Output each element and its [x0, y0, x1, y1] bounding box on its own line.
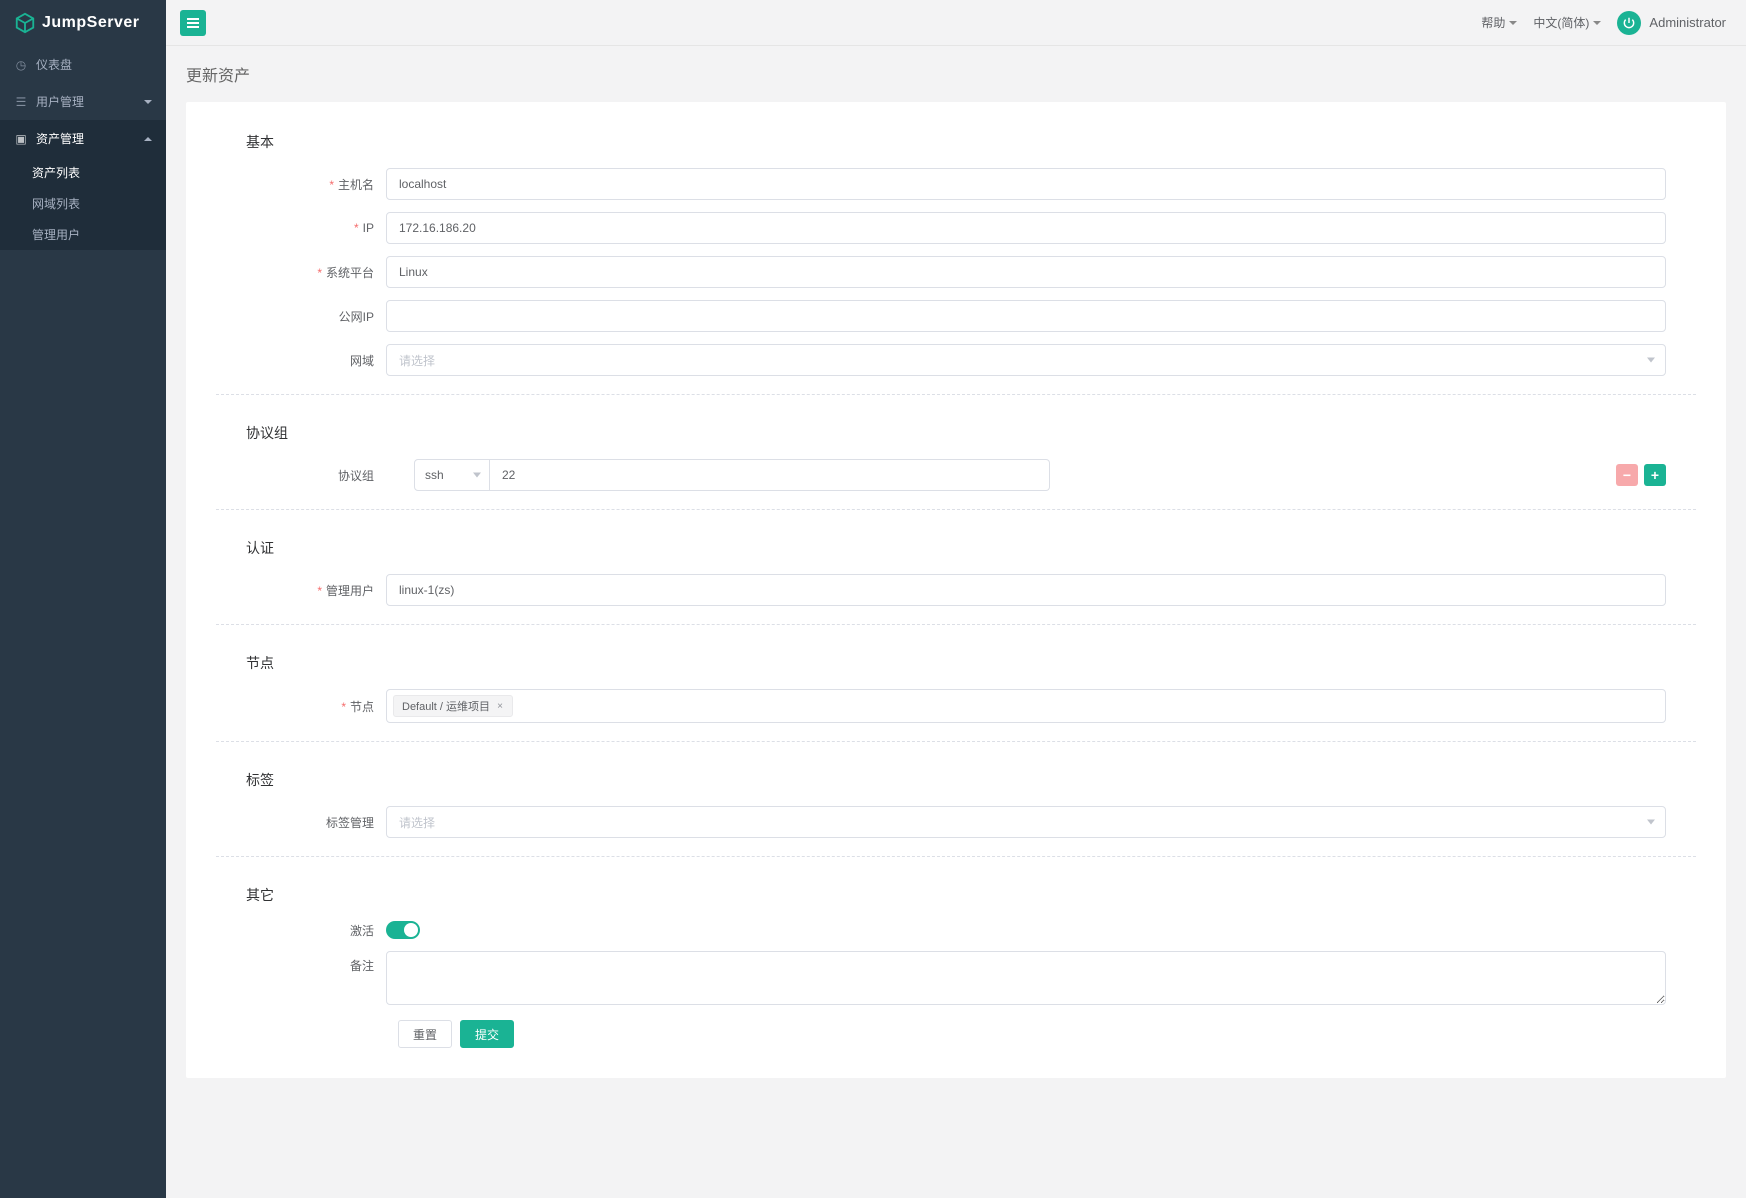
label-ip: IP [246, 221, 386, 235]
protocol-row: ssh − + [386, 459, 1666, 491]
divider [216, 741, 1696, 742]
label-hostname: 主机名 [246, 176, 386, 193]
label-node: 节点 [246, 698, 386, 715]
public-ip-input[interactable] [386, 300, 1666, 332]
row-comment: 备注 [246, 951, 1666, 1008]
row-tag: 标签管理 请选择 [246, 806, 1666, 838]
sidebar-item-asset-mgmt[interactable]: ▣ 资产管理 [0, 120, 166, 157]
chevron-down-icon [1647, 820, 1655, 825]
row-node: 节点 Default / 运维项目 × [246, 689, 1666, 723]
page-title: 更新资产 [166, 46, 1746, 102]
label-active: 激活 [246, 922, 386, 939]
logo-icon [14, 12, 36, 34]
protocol-actions: − + [1616, 464, 1666, 486]
tag-placeholder: 请选择 [399, 814, 435, 831]
section-basic: 基本 [246, 122, 1666, 162]
row-protocol: 协议组 ssh − + [246, 459, 1666, 491]
divider [216, 509, 1696, 510]
label-tag: 标签管理 [246, 814, 386, 831]
remove-protocol-button[interactable]: − [1616, 464, 1638, 486]
sidebar-subitem-label: 管理用户 [32, 228, 80, 242]
section-protocol: 协议组 [246, 413, 1666, 453]
row-domain: 网域 请选择 [246, 344, 1666, 376]
row-ip: IP [246, 212, 1666, 244]
domain-select[interactable]: 请选择 [386, 344, 1666, 376]
reset-button[interactable]: 重置 [398, 1020, 452, 1048]
section-other: 其它 [246, 875, 1666, 915]
row-platform: 系统平台 [246, 256, 1666, 288]
sidebar: JumpServer ◷ 仪表盘 ☰ 用户管理 ▣ 资产管理 资产列表 网域列表… [0, 0, 166, 1198]
node-tag-label: Default / 运维项目 [402, 698, 490, 714]
row-active: 激活 [246, 921, 1666, 939]
user-name: Administrator [1649, 15, 1726, 30]
sidebar-item-dashboard[interactable]: ◷ 仪表盘 [0, 46, 166, 83]
label-domain: 网域 [246, 352, 386, 369]
sidebar-item-label: 仪表盘 [36, 56, 72, 73]
sidebar-subitem-label: 资产列表 [32, 166, 80, 180]
sidebar-submenu-asset: 资产列表 网域列表 管理用户 [0, 157, 166, 250]
divider [216, 856, 1696, 857]
node-select[interactable]: Default / 运维项目 × [386, 689, 1666, 723]
chevron-down-icon [1593, 21, 1601, 25]
label-platform: 系统平台 [246, 264, 386, 281]
language-label: 中文(简体) [1533, 14, 1589, 31]
protocol-port-input[interactable] [490, 459, 1050, 491]
sidebar-item-user-mgmt[interactable]: ☰ 用户管理 [0, 83, 166, 120]
divider [216, 394, 1696, 395]
tag-select[interactable]: 请选择 [386, 806, 1666, 838]
chevron-down-icon [1509, 21, 1517, 25]
divider [216, 624, 1696, 625]
help-label: 帮助 [1481, 14, 1505, 31]
ip-input[interactable] [386, 212, 1666, 244]
domain-placeholder: 请选择 [399, 352, 435, 369]
chevron-down-icon [473, 473, 481, 478]
label-protocol: 协议组 [246, 467, 386, 484]
section-auth: 认证 [246, 528, 1666, 568]
dashboard-icon: ◷ [14, 58, 28, 72]
section-tag: 标签 [246, 760, 1666, 800]
section-node: 节点 [246, 643, 1666, 683]
hostname-input[interactable] [386, 168, 1666, 200]
label-public-ip: 公网IP [246, 308, 386, 325]
form-actions: 重置 提交 [398, 1020, 1666, 1048]
sidebar-subitem-asset-list[interactable]: 资产列表 [0, 157, 166, 188]
protocol-name-value: ssh [425, 468, 444, 482]
close-icon[interactable]: × [494, 700, 506, 712]
chevron-down-icon [1647, 358, 1655, 363]
label-comment: 备注 [246, 951, 386, 974]
sidebar-toggle-button[interactable] [180, 10, 206, 36]
asset-icon: ▣ [14, 132, 28, 146]
user-menu[interactable]: Administrator [1617, 11, 1732, 35]
row-public-ip: 公网IP [246, 300, 1666, 332]
add-protocol-button[interactable]: + [1644, 464, 1666, 486]
avatar [1617, 11, 1641, 35]
topbar: 帮助 中文(简体) Administrator [166, 0, 1746, 46]
sidebar-item-label: 资产管理 [36, 130, 84, 147]
admin-user-input[interactable] [386, 574, 1666, 606]
logo[interactable]: JumpServer [0, 0, 166, 46]
users-icon: ☰ [14, 95, 28, 109]
active-switch[interactable] [386, 921, 420, 939]
form-card: 基本 主机名 IP 系统平台 公网IP 网域 请选择 协议 [186, 102, 1726, 1078]
logo-text: JumpServer [42, 14, 140, 32]
main: 帮助 中文(简体) Administrator 更新资产 基本 主机名 IP [166, 0, 1746, 1078]
help-link[interactable]: 帮助 [1481, 14, 1517, 31]
row-hostname: 主机名 [246, 168, 1666, 200]
sidebar-subitem-domain-list[interactable]: 网域列表 [0, 188, 166, 219]
sidebar-subitem-label: 网域列表 [32, 197, 80, 211]
platform-input[interactable] [386, 256, 1666, 288]
language-selector[interactable]: 中文(简体) [1533, 14, 1601, 31]
topbar-right: 帮助 中文(简体) Administrator [1481, 11, 1732, 35]
sidebar-item-label: 用户管理 [36, 93, 84, 110]
submit-button[interactable]: 提交 [460, 1020, 514, 1048]
label-admin-user: 管理用户 [246, 582, 386, 599]
row-admin-user: 管理用户 [246, 574, 1666, 606]
sidebar-subitem-admin-user[interactable]: 管理用户 [0, 219, 166, 250]
power-icon [1622, 16, 1636, 30]
node-tag: Default / 运维项目 × [393, 695, 513, 717]
protocol-name-select[interactable]: ssh [414, 459, 490, 491]
comment-textarea[interactable] [386, 951, 1666, 1005]
